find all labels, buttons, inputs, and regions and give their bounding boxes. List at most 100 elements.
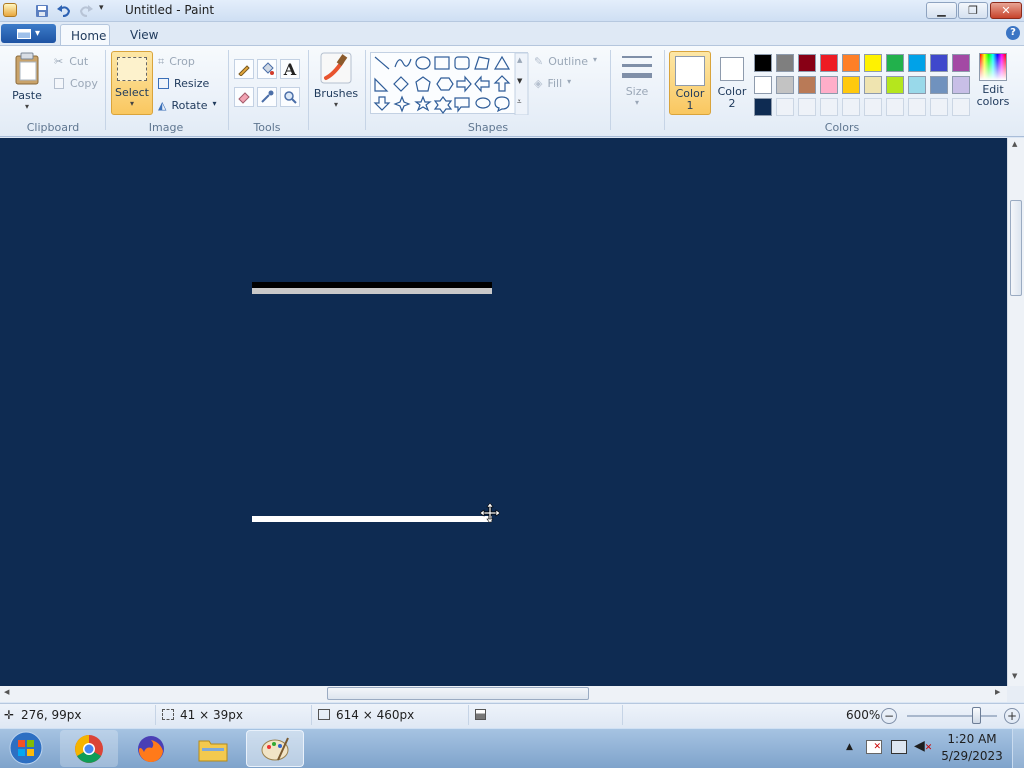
save-icon[interactable] <box>34 3 50 19</box>
show-desktop-button[interactable] <box>1012 729 1024 768</box>
color-picker-icon[interactable] <box>257 87 277 107</box>
four-point-star-shape-icon[interactable] <box>393 95 411 113</box>
resize-button[interactable]: Resize <box>158 77 209 90</box>
zoom-slider-track[interactable] <box>907 715 997 717</box>
eraser-icon[interactable] <box>234 87 254 107</box>
network-icon[interactable] <box>891 740 907 754</box>
polygon-shape-icon[interactable] <box>474 56 490 70</box>
color-swatch[interactable] <box>886 76 904 94</box>
vertical-scroll-thumb[interactable] <box>1010 200 1022 296</box>
select-button[interactable]: Select ▾ <box>111 51 153 115</box>
customize-quick-access-icon[interactable]: ▾ <box>99 3 115 19</box>
curve-shape-icon[interactable] <box>394 58 412 68</box>
action-center-icon[interactable]: ✕ <box>866 740 882 754</box>
custom-color-slot[interactable] <box>842 98 860 116</box>
restore-button[interactable]: ❐ <box>958 2 988 19</box>
undo-icon[interactable] <box>56 3 72 19</box>
color-swatch[interactable] <box>952 54 970 72</box>
outline-button[interactable]: ✎ Outline ▾ <box>534 55 597 68</box>
clock[interactable]: 1:20 AM 5/29/2023 <box>940 732 1004 763</box>
taskbar-paint[interactable] <box>246 730 304 767</box>
custom-color-slot[interactable] <box>908 98 926 116</box>
five-point-star-shape-icon[interactable] <box>414 95 432 112</box>
triangle-shape-icon[interactable] <box>493 55 511 70</box>
custom-color-slot[interactable] <box>798 98 816 116</box>
zoom-out-button[interactable]: − <box>881 708 897 724</box>
paste-button[interactable]: Paste ▾ <box>8 52 46 114</box>
volume-icon[interactable]: ◀✕ <box>914 738 932 754</box>
color-swatch[interactable] <box>842 54 860 72</box>
cut-button[interactable]: ✂ Cut <box>54 55 88 68</box>
shapes-scroll-up-icon[interactable]: ▲ <box>517 56 522 64</box>
color-swatch[interactable] <box>864 54 882 72</box>
right-triangle-shape-icon[interactable] <box>374 77 389 92</box>
color-swatch[interactable] <box>952 76 970 94</box>
color1-button[interactable]: Color 1 <box>669 51 711 115</box>
cloud-callout-shape-icon[interactable] <box>494 96 510 113</box>
custom-color-slot[interactable] <box>776 98 794 116</box>
color-swatch[interactable] <box>798 76 816 94</box>
rounded-callout-shape-icon[interactable] <box>454 97 470 113</box>
color-swatch[interactable] <box>908 76 926 94</box>
scroll-up-icon[interactable]: ▲ <box>1012 140 1017 148</box>
taskbar-chrome[interactable] <box>60 730 118 767</box>
color-swatch[interactable] <box>776 76 794 94</box>
right-arrow-shape-icon[interactable] <box>456 75 472 93</box>
color-swatch[interactable] <box>930 54 948 72</box>
oval-callout-shape-icon[interactable] <box>475 97 491 109</box>
rounded-rectangle-shape-icon[interactable] <box>454 56 470 70</box>
help-icon[interactable]: ? <box>1006 26 1020 40</box>
down-arrow-shape-icon[interactable] <box>373 96 391 111</box>
shapes-expand-icon[interactable]: ⩡ <box>517 97 522 107</box>
pentagon-shape-icon[interactable] <box>415 76 431 92</box>
line-shape-icon[interactable] <box>374 56 390 70</box>
text-icon[interactable]: A <box>280 59 300 79</box>
size-button[interactable]: Size ▾ <box>616 52 658 114</box>
magnifier-icon[interactable] <box>280 87 300 107</box>
color-swatch[interactable] <box>908 54 926 72</box>
paint-menu-button[interactable]: ▾ <box>1 24 56 43</box>
custom-color-slot[interactable] <box>952 98 970 116</box>
rotate-button[interactable]: ◭ Rotate ▾ <box>158 99 217 112</box>
custom-color-slot[interactable] <box>886 98 904 116</box>
color2-button[interactable]: Color 2 <box>713 51 751 115</box>
pencil-icon[interactable] <box>234 59 254 79</box>
brushes-button[interactable]: Brushes ▾ <box>313 52 359 114</box>
tab-home[interactable]: Home <box>60 24 110 46</box>
scroll-right-icon[interactable]: ▶ <box>995 688 1000 696</box>
edit-colors-button[interactable]: Edit colors <box>975 52 1011 116</box>
scroll-down-icon[interactable]: ▼ <box>1012 672 1017 680</box>
color-swatch[interactable] <box>930 76 948 94</box>
redo-icon[interactable] <box>78 3 94 19</box>
fill-button[interactable]: ◈ Fill ▾ <box>534 77 571 90</box>
start-button[interactable] <box>4 730 48 766</box>
hexagon-shape-icon[interactable] <box>436 77 454 91</box>
custom-color-slot[interactable] <box>930 98 948 116</box>
horizontal-scroll-thumb[interactable] <box>327 687 589 700</box>
color-swatch[interactable] <box>842 76 860 94</box>
drawing-canvas[interactable] <box>0 138 1007 686</box>
color-swatch[interactable] <box>886 54 904 72</box>
diamond-shape-icon[interactable] <box>393 76 409 92</box>
up-arrow-shape-icon[interactable] <box>493 75 511 92</box>
shapes-scroll-down-icon[interactable]: ▼ <box>517 77 522 85</box>
paint-app-icon[interactable] <box>3 3 17 17</box>
color-swatch[interactable] <box>754 54 772 72</box>
color-swatch[interactable] <box>798 54 816 72</box>
zoom-in-button[interactable]: + <box>1004 708 1020 724</box>
color-swatch[interactable] <box>820 54 838 72</box>
minimize-button[interactable]: ▁ <box>926 2 957 19</box>
oval-shape-icon[interactable] <box>415 56 431 70</box>
left-arrow-shape-icon[interactable] <box>474 75 490 93</box>
tab-view[interactable]: View <box>118 24 170 46</box>
horizontal-scrollbar[interactable]: ◀ ▶ <box>0 686 1007 702</box>
rectangle-shape-icon[interactable] <box>434 56 450 70</box>
color-swatch[interactable] <box>776 54 794 72</box>
color-swatch[interactable] <box>820 76 838 94</box>
taskbar-explorer[interactable] <box>184 730 242 767</box>
close-button[interactable]: ✕ <box>990 2 1022 19</box>
taskbar-firefox[interactable] <box>122 730 180 767</box>
copy-button[interactable]: Copy <box>54 77 98 90</box>
fill-bucket-icon[interactable] <box>257 59 277 79</box>
six-point-star-shape-icon[interactable] <box>433 96 453 114</box>
